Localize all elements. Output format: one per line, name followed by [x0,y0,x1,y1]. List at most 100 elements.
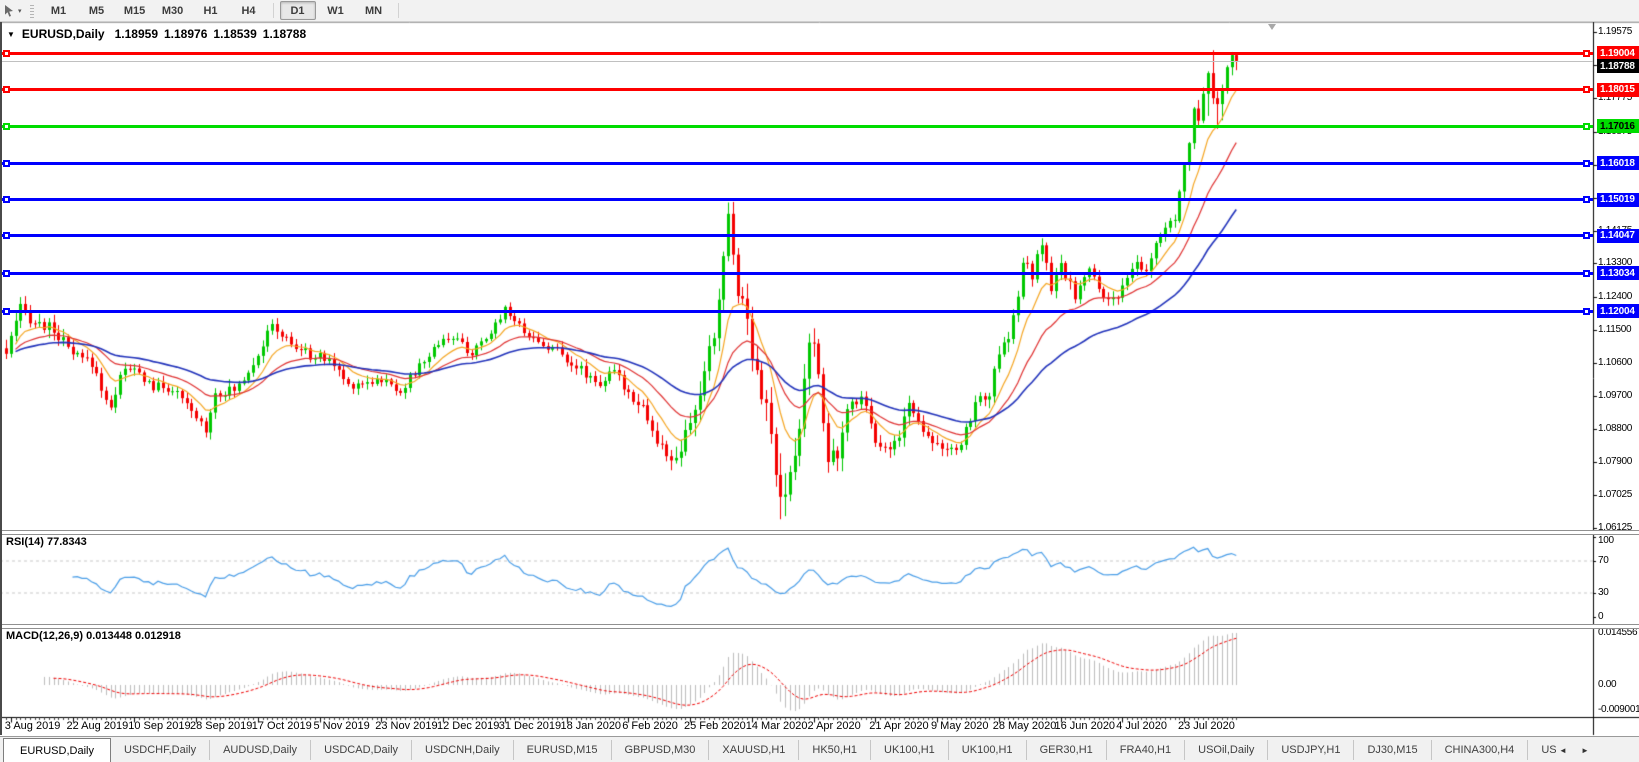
time-axis-label: 2 Apr 2020 [808,720,861,732]
rsi-axis-tick: 0 [1598,611,1603,623]
line-price-label: 1.19004 [1597,46,1639,60]
line-left-handle[interactable] [3,160,10,167]
rsi-axis-tick: 30 [1598,587,1609,599]
time-axis-label: 5 Nov 2019 [314,720,370,732]
timeframe-toolbar: M1M5M15M30H1H4 D1W1MN [40,1,404,20]
horizontal-line-1-15019[interactable] [2,198,1593,201]
dropdown-caret-icon[interactable]: ▾ [18,7,22,15]
chart-open-value: 1.18959 [115,27,158,41]
time-axis-label: 17 Oct 2019 [252,720,312,732]
line-right-handle[interactable] [1583,308,1590,315]
chart-tab-china300-h4[interactable]: CHINA300,H4 [1432,740,1529,760]
line-left-handle[interactable] [3,86,10,93]
horizontal-line-1-16018[interactable] [2,162,1593,165]
horizontal-line-1-13034[interactable] [2,272,1593,275]
line-price-label: 1.17016 [1597,119,1639,133]
price-axis-tick: 1.08800 [1598,423,1632,435]
line-left-handle[interactable] [3,123,10,130]
timeframe-button-h1[interactable]: H1 [193,1,229,20]
time-axis-label: 18 Jan 2020 [561,720,622,732]
chart-low-value: 1.18539 [213,27,256,41]
chart-tab-usdjpy-h1[interactable]: USDJPY,H1 [1268,740,1354,760]
line-left-handle[interactable] [3,196,10,203]
time-axis-label: 16 Jun 2020 [1055,720,1116,732]
timeframe-button-m15[interactable]: M15 [117,1,153,20]
timeframe-button-m5[interactable]: M5 [79,1,115,20]
chart-tab-fra40-h1[interactable]: FRA40,H1 [1107,740,1185,760]
chart-title: ▼ EURUSD,Daily 1.18959 1.18976 1.18539 1… [7,27,306,41]
chart-high-value: 1.18976 [164,27,207,41]
timeframe-button-d1[interactable]: D1 [280,1,316,20]
time-axis-label: 28 Sep 2019 [190,720,252,732]
chart-tab-eurusd-m15[interactable]: EURUSD,M15 [514,740,612,760]
chart-tab-gbpusd-m30[interactable]: GBPUSD,M30 [612,740,710,760]
line-left-handle[interactable] [3,50,10,57]
tab-scroll-left-button[interactable]: ◄ [1556,743,1570,757]
time-axis-label: 9 May 2020 [931,720,988,732]
line-right-handle[interactable] [1583,86,1590,93]
line-price-label: 1.13034 [1597,266,1639,280]
chart-tab-uk100-h1[interactable]: UK100,H1 [949,740,1027,760]
top-toolbar: ▾ M1M5M15M30H1H4 D1W1MN [0,0,1639,22]
chart-tab-usdcad-daily[interactable]: USDCAD,Daily [311,740,412,760]
horizontal-line-1-14047[interactable] [2,234,1593,237]
chart-tab-ger30-h1[interactable]: GER30,H1 [1027,740,1107,760]
time-axis-label: 21 Apr 2020 [869,720,928,732]
timeframe-button-m30[interactable]: M30 [155,1,191,20]
chart-tab-usoil-h4[interactable]: USOil,H4 [1528,740,1556,760]
price-axis-tick: 1.07025 [1598,489,1632,501]
timeframe-button-w1[interactable]: W1 [318,1,354,20]
macd-indicator-label: MACD(12,26,9) 0.013448 0.012918 [6,630,181,642]
toolbar-grip[interactable] [30,4,34,18]
cursor-tool-icon[interactable] [1,3,17,19]
time-axis-label: 10 Sep 2019 [128,720,190,732]
horizontal-line-1-17016[interactable] [2,125,1593,128]
toolbar-separator [398,3,399,18]
chart-tab-usdchf-daily[interactable]: USDCHF,Daily [111,740,210,760]
time-axis-label: 28 May 2020 [993,720,1057,732]
horizontal-line-1-19004[interactable] [2,52,1593,55]
line-right-handle[interactable] [1583,160,1590,167]
horizontal-line-1-12004[interactable] [2,310,1593,313]
main-rsi-splitter[interactable] [0,530,1639,535]
time-axis-label: 3 Aug 2019 [5,720,61,732]
chart-shift-marker[interactable] [1268,24,1276,30]
line-price-label: 1.15019 [1597,193,1639,207]
chart-tab-eurusd-daily[interactable]: EURUSD,Daily [3,738,111,762]
chart-tabs: EURUSD,DailyUSDCHF,DailyAUDUSD,DailyUSDC… [3,737,1556,762]
chart-tab-dj30-m15[interactable]: DJ30,M15 [1354,740,1431,760]
chart-tab-audusd-daily[interactable]: AUDUSD,Daily [210,740,311,760]
line-right-handle[interactable] [1583,270,1590,277]
line-price-label: 1.14047 [1597,229,1639,243]
rsi-macd-splitter[interactable] [0,624,1639,629]
tab-scroll-right-button[interactable]: ► [1578,743,1592,757]
macd-axis-tick: 0.00 [1598,679,1616,691]
line-left-handle[interactable] [3,308,10,315]
price-chart-canvas[interactable] [0,0,1639,761]
rsi-axis-tick: 70 [1598,555,1609,567]
line-right-handle[interactable] [1583,232,1590,239]
timeframe-button-m1[interactable]: M1 [41,1,77,20]
chart-window-left-border [0,22,2,735]
collapse-arrow-icon[interactable]: ▼ [7,30,15,39]
chart-tab-uk100-h1[interactable]: UK100,H1 [871,740,949,760]
timeframe-button-mn[interactable]: MN [356,1,392,20]
price-axis-tick: 1.11500 [1598,324,1631,336]
line-left-handle[interactable] [3,270,10,277]
horizontal-line-1-18015[interactable] [2,88,1593,91]
chart-tab-usdcnh-daily[interactable]: USDCNH,Daily [412,740,514,760]
chart-tab-hk50-h1[interactable]: HK50,H1 [799,740,871,760]
rsi-indicator-label: RSI(14) 77.8343 [6,536,87,548]
chart-tab-usoil-daily[interactable]: USOil,Daily [1185,740,1268,760]
time-axis-label: 23 Jul 2020 [1178,720,1235,732]
line-left-handle[interactable] [3,232,10,239]
line-right-handle[interactable] [1583,196,1590,203]
time-axis-label: 31 Dec 2019 [499,720,561,732]
timeframe-button-h4[interactable]: H4 [231,1,267,20]
time-axis-label: 6 Feb 2020 [622,720,678,732]
toolbar-separator [273,3,274,18]
line-right-handle[interactable] [1583,123,1590,130]
chart-close-value: 1.18788 [263,27,306,41]
line-right-handle[interactable] [1583,50,1590,57]
chart-tab-xauusd-h1[interactable]: XAUUSD,H1 [709,740,799,760]
